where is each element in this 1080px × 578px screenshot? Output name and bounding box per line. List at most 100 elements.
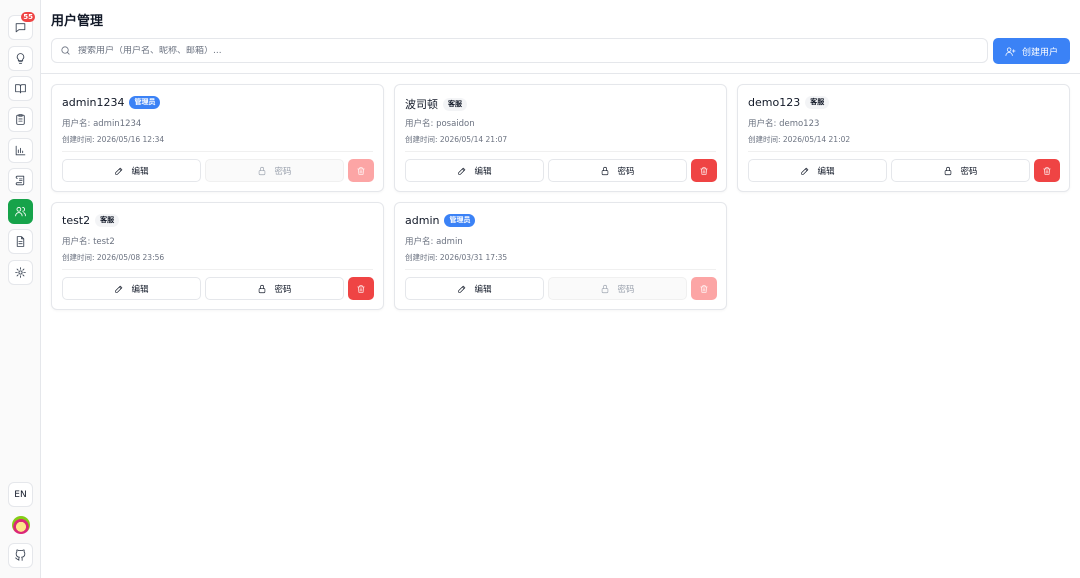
card-divider [62, 151, 373, 152]
lock-icon [602, 166, 609, 175]
card-header: admin1234 管理员 [62, 96, 161, 109]
language-toggle-button[interactable]: EN [8, 482, 33, 507]
document-icon [16, 236, 25, 247]
card-header: 波司顿 客服 [405, 96, 467, 112]
sidebar-item-users[interactable] [8, 199, 33, 224]
user-avatar-button[interactable] [8, 512, 33, 537]
edit-icon [458, 285, 466, 293]
lock-icon [259, 166, 266, 175]
password-label: 密码 [617, 284, 635, 295]
created-time-text: 创建时间: 2026/05/14 21:07 [405, 135, 508, 144]
avatar [11, 515, 30, 534]
user-card: 波司顿 客服用户名: posaidon 创建时间: 2026/05/14 21:07… [394, 84, 727, 192]
user-card: demo123 客服用户名: demo123 创建时间: 2026/05/14 21… [737, 84, 1070, 192]
user-display-name: admin1234 [62, 96, 125, 109]
sidebar-item-logs[interactable] [8, 168, 33, 193]
notification-badge: 55 [21, 12, 35, 22]
card-divider [62, 269, 373, 270]
role-badge: 客服 [95, 214, 120, 227]
sidebar-item-messages[interactable]: 55 [8, 12, 35, 40]
role-badge: 客服 [443, 97, 467, 111]
bar-chart-icon [15, 145, 26, 156]
delete-button[interactable] [1034, 159, 1060, 182]
edit-label: 编辑 [474, 166, 492, 177]
lock-icon [259, 284, 266, 293]
users-icon [15, 207, 26, 217]
trash-icon [1043, 166, 1051, 175]
header-divider [41, 73, 1080, 74]
lock-icon [602, 284, 609, 293]
created-time-text: 创建时间: 2026/03/31 17:35 [405, 253, 508, 262]
user-card: admin 管理员用户名: admin 创建时间: 2026/03/31 17:35… [394, 202, 727, 310]
password-button[interactable]: 密码 [891, 159, 1030, 182]
delete-button[interactable] [691, 159, 717, 182]
github-link[interactable] [8, 543, 33, 568]
sidebar-item-settings[interactable] [8, 260, 33, 285]
user-display-name: 波司顿 [405, 98, 438, 111]
github-icon [15, 549, 26, 561]
role-badge: 管理员 [444, 214, 476, 227]
card-divider [405, 269, 716, 270]
edit-label: 编辑 [131, 284, 149, 295]
clipboard-icon [16, 114, 25, 125]
book-icon [15, 84, 26, 94]
user-card: test2 客服 用户名: test2 创建时间: 2026/05/08 23:56 编… [51, 202, 384, 310]
password-label: 密码 [960, 166, 978, 177]
created-time-text: 创建时间: 2026/05/14 21:02 [748, 135, 851, 144]
password-label: 密码 [274, 166, 292, 177]
trash-icon [357, 166, 365, 175]
trash-icon [357, 284, 365, 293]
sidebar-item-tasks[interactable] [8, 107, 33, 132]
created-time-text: 创建时间: 2026/05/16 12:34 [62, 135, 165, 144]
sidebar-item-ideas[interactable] [8, 46, 33, 71]
sidebar-item-docs[interactable] [8, 76, 33, 101]
sidebar-item-stats[interactable] [8, 138, 33, 163]
delete-button[interactable] [348, 159, 374, 182]
username-text: 用户名: admin1234 [62, 119, 142, 129]
page-title: 用户管理 [51, 14, 104, 29]
password-label: 密码 [274, 284, 292, 295]
edit-icon [115, 285, 123, 293]
sidebar: 55 EN [0, 0, 41, 578]
role-badge: 管理员 [129, 96, 161, 109]
card-divider [405, 151, 716, 152]
search-bar[interactable] [51, 38, 988, 63]
password-button[interactable]: 密码 [205, 277, 344, 300]
password-button[interactable]: 密码 [205, 159, 344, 182]
password-button[interactable]: 密码 [548, 159, 687, 182]
scroll-icon [15, 175, 25, 186]
edit-icon [458, 167, 466, 175]
delete-button[interactable] [691, 277, 717, 300]
edit-icon [115, 167, 123, 175]
username-text: 用户名: posaidon [405, 119, 475, 129]
edit-button[interactable]: 编辑 [62, 159, 201, 182]
trash-icon [700, 284, 708, 293]
username-text: 用户名: admin [405, 237, 463, 247]
lightbulb-icon [16, 53, 25, 64]
edit-label: 编辑 [474, 284, 492, 295]
edit-button[interactable]: 编辑 [405, 277, 544, 300]
edit-button[interactable]: 编辑 [748, 159, 887, 182]
card-header: test2 客服 [62, 214, 120, 227]
created-time-text: 创建时间: 2026/05/08 23:56 [62, 253, 165, 262]
user-display-name: demo123 [748, 96, 801, 109]
edit-button[interactable]: 编辑 [62, 277, 201, 300]
language-label: EN [14, 489, 27, 500]
card-divider [748, 151, 1059, 152]
settings-icon [15, 267, 26, 278]
sidebar-item-documents[interactable] [8, 229, 33, 254]
password-button[interactable]: 密码 [548, 277, 687, 300]
edit-label: 编辑 [131, 166, 149, 177]
user-plus-icon [1005, 46, 1016, 56]
role-badge: 客服 [805, 96, 830, 109]
create-user-button[interactable]: 创建用户 [993, 38, 1070, 64]
search-icon [61, 46, 70, 55]
edit-icon [801, 167, 809, 175]
edit-button[interactable]: 编辑 [405, 159, 544, 182]
username-text: 用户名: test2 [62, 237, 115, 247]
delete-button[interactable] [348, 277, 374, 300]
card-header: admin 管理员 [405, 214, 476, 227]
username-text: 用户名: demo123 [748, 119, 820, 129]
user-display-name: admin [405, 214, 440, 227]
search-input[interactable] [78, 45, 958, 56]
